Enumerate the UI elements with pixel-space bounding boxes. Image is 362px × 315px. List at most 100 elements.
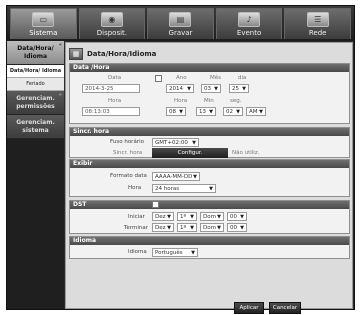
sidebar-subitem-feriado[interactable]: Feriado <box>7 78 64 91</box>
mes-label: Mês <box>210 75 221 81</box>
dropdown-arrow-icon: ▼ <box>259 109 263 115</box>
dropdown-arrow-icon: ▼ <box>179 109 183 115</box>
date-format-value: AAAA-MM-DD <box>155 174 193 180</box>
sidebar-subitem-datahora[interactable]: Data/Hora/ Idioma <box>7 65 64 78</box>
sidebar-subitem-label: Feriado <box>26 81 45 87</box>
panel-header: ▦ Data/Hora/Idioma <box>69 46 350 61</box>
tab-sistema[interactable]: ▭ Sistema <box>10 8 77 39</box>
year-select[interactable]: 2014 ▼ <box>166 84 194 93</box>
fuso-label: Fuso horário <box>110 139 144 145</box>
ano-label: Ano <box>176 75 187 81</box>
tab-label: Evento <box>236 29 262 37</box>
section-idioma: Idioma Idioma Português ▼ <box>69 236 350 259</box>
date-checkbox[interactable] <box>155 75 162 82</box>
sidebar-item-datahora[interactable]: Data/Hora/ Idioma « <box>7 41 64 65</box>
tab-label: Sistema <box>29 29 58 37</box>
dst-end-day-value: Dom <box>203 225 216 231</box>
dropdown-arrow-icon: ▼ <box>167 214 171 220</box>
minute-select[interactable]: 13 ▼ <box>196 107 216 116</box>
dst-start-day-value: Dom <box>203 214 216 220</box>
dst-start-day-select[interactable]: Dom ▼ <box>200 212 224 221</box>
sincr-label: Sincr. hora <box>113 150 143 156</box>
dst-start-week-select[interactable]: 1º ▼ <box>177 212 197 221</box>
data-label: Data <box>108 75 122 81</box>
dst-start-month-select[interactable]: Dez ▼ <box>152 212 174 221</box>
time-field[interactable]: 08:13:03 <box>82 107 140 116</box>
exibir-hora-label: Hora <box>128 185 142 191</box>
dropdown-arrow-icon: ▼ <box>217 225 221 231</box>
month-select[interactable]: 03 ▼ <box>201 84 221 93</box>
tab-label: Disposit. <box>96 29 128 37</box>
sidebar-item-label: Gerenciam. sistema <box>16 119 55 134</box>
dropdown-arrow-icon: ▼ <box>187 86 191 92</box>
time-format-value: 24 horas <box>155 186 180 192</box>
hour-select[interactable]: 08 ▼ <box>166 107 186 116</box>
day-value: 25 <box>232 86 239 92</box>
camera-icon: ◉ <box>100 12 123 27</box>
dst-start-hour-select[interactable]: 00 ▼ <box>227 212 247 221</box>
second-select[interactable]: 02 ▼ <box>223 107 243 116</box>
sidebar-item-label: Data/Hora/ Idioma <box>17 45 54 60</box>
dst-end-hour-value: 00 <box>230 225 237 231</box>
sidebar-item-label: Gerenciam. permissões <box>16 95 55 110</box>
tab-label: Rede <box>308 29 327 37</box>
section-datahora: Data /Hora Data 2014-3-25 Ano Mês dia 20… <box>69 63 350 124</box>
date-field[interactable]: 2014-3-25 <box>82 84 140 93</box>
cancel-button[interactable]: Cancelar <box>269 302 301 314</box>
month-value: 03 <box>204 86 211 92</box>
dst-end-week-select[interactable]: 1º ▼ <box>177 223 197 232</box>
dst-checkbox[interactable] <box>152 201 159 208</box>
dst-end-day-select[interactable]: Dom ▼ <box>200 223 224 232</box>
dst-end-hour-select[interactable]: 00 ▼ <box>227 223 247 232</box>
dst-end-month-value: Dez <box>155 225 166 231</box>
tab-evento[interactable]: ♪ Evento <box>215 8 283 39</box>
dropdown-arrow-icon: ▼ <box>214 86 218 92</box>
idioma-label: Idioma <box>128 249 147 255</box>
page-title: Data/Hora/Idioma <box>87 49 157 58</box>
language-select[interactable]: Português ▼ <box>152 248 198 257</box>
hour-value: 08 <box>169 109 176 115</box>
apply-button[interactable]: Aplicar <box>234 302 264 314</box>
hora-label: Hora <box>108 98 122 104</box>
settings-panel: ▦ Data/Hora/Idioma Data /Hora Data 2014-… <box>65 42 353 314</box>
minute-value: 13 <box>199 109 206 115</box>
dropdown-arrow-icon: ▼ <box>167 225 171 231</box>
sidebar-subitem-label: Data/Hora/ Idioma <box>9 68 62 74</box>
tab-dispositivo[interactable]: ◉ Disposit. <box>78 8 146 39</box>
min-label: Min <box>204 98 214 104</box>
dropdown-arrow-icon: ▼ <box>242 86 246 92</box>
language-value: Português <box>155 250 183 256</box>
dropdown-arrow-icon: ▼ <box>209 186 213 192</box>
tab-rede[interactable]: ☰ Rede <box>284 8 351 39</box>
dropdown-arrow-icon: ▼ <box>209 109 213 115</box>
year-value: 2014 <box>169 86 183 92</box>
tab-gravar[interactable]: ▤ Gravar <box>147 8 214 39</box>
day-select[interactable]: 25 ▼ <box>229 84 249 93</box>
section-sincr-hora: Sincr. hora Fuso horário GMT+02:00 ▼ Sin… <box>69 127 350 158</box>
timezone-select[interactable]: GMT+02:00 ▼ <box>152 138 199 147</box>
dia-label: dia <box>238 75 247 81</box>
expand-icon: » <box>58 92 62 98</box>
terminar-label: Terminar <box>124 225 148 231</box>
monitor-icon: ▭ <box>32 12 55 27</box>
seg-label: seg. <box>230 98 242 104</box>
section-exibir: Exibir Formato data AAAA-MM-DD ▼ Hora 24… <box>69 159 350 197</box>
section-header: Exibir <box>70 160 349 168</box>
time-format-select[interactable]: 24 horas ▼ <box>152 184 216 193</box>
dst-end-month-select[interactable]: Dez ▼ <box>152 223 174 232</box>
dropdown-arrow-icon: ▼ <box>190 214 194 220</box>
dropdown-arrow-icon: ▼ <box>192 140 196 146</box>
sidebar-item-sistema[interactable]: Gerenciam. sistema <box>7 115 64 139</box>
ampm-select[interactable]: AM ▼ <box>246 107 266 116</box>
film-icon: ▤ <box>169 12 192 27</box>
dvr-menu-window: ▭ Sistema ◉ Disposit. ▤ Gravar ♪ Evento … <box>6 5 355 314</box>
ampm-value: AM <box>249 109 258 115</box>
configure-button[interactable]: Configur. <box>152 148 228 158</box>
sidebar-item-permissoes[interactable]: Gerenciam. permissões » <box>7 91 64 115</box>
dropdown-arrow-icon: ▼ <box>236 109 240 115</box>
section-header: DST <box>70 201 349 209</box>
collapse-icon: « <box>58 42 62 48</box>
dropdown-arrow-icon: ▼ <box>217 214 221 220</box>
dst-start-week-value: 1º <box>180 214 187 220</box>
date-format-select[interactable]: AAAA-MM-DD ▼ <box>152 172 200 181</box>
